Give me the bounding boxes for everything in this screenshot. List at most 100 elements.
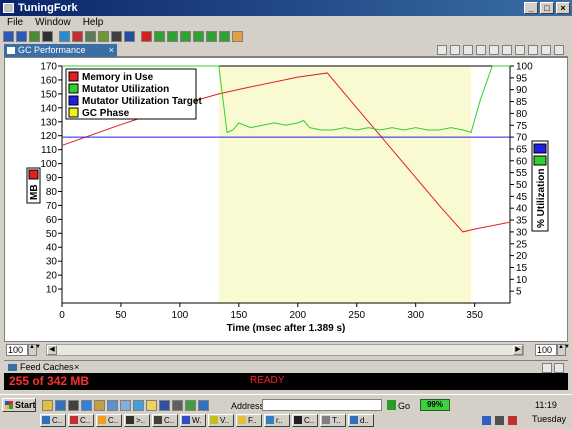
y-left-tick-label: 150	[40, 89, 57, 100]
taskbar-item[interactable]: d..	[348, 414, 374, 427]
taskbar-item[interactable]: C..	[96, 414, 122, 427]
filter-icon[interactable]	[111, 31, 122, 42]
clear-icon[interactable]	[232, 31, 243, 42]
skip-start-icon[interactable]	[154, 31, 165, 42]
feed-caches-tab[interactable]: Feed Caches ×	[4, 360, 568, 373]
record-icon[interactable]	[141, 31, 152, 42]
y-left-tick-label: 130	[40, 117, 57, 128]
horizontal-scrollbar[interactable]: ◀ ▶	[46, 344, 524, 356]
taskbar-item[interactable]: W.	[180, 414, 206, 427]
save-all-icon[interactable]	[16, 31, 27, 42]
y-right-tick-label: 15	[516, 263, 528, 274]
gear-icon[interactable]	[42, 31, 53, 42]
quick-launch-icon[interactable]	[120, 400, 131, 411]
right-zoom-spinner[interactable]: 100 ▲▼	[535, 344, 570, 356]
taskbar-item[interactable]: C..	[40, 414, 66, 427]
taskbar-item[interactable]: >..	[124, 414, 150, 427]
view-icon-4[interactable]	[476, 45, 486, 55]
quick-launch-icon[interactable]	[81, 400, 92, 411]
view-icon-7[interactable]	[515, 45, 525, 55]
menu-file[interactable]: File	[7, 16, 23, 29]
view-icon-6[interactable]	[502, 45, 512, 55]
quick-launch-icon[interactable]	[198, 400, 209, 411]
taskbar-item-icon	[210, 416, 218, 424]
y-left-tick-label: 60	[46, 215, 58, 226]
tab-gc-performance-summary[interactable]: GC Performance Summary ×	[4, 44, 117, 68]
y-left-tick-label: 110	[41, 145, 57, 156]
quick-launch-icon[interactable]	[185, 400, 196, 411]
chart-icon[interactable]	[29, 31, 40, 42]
view-icon-3[interactable]	[463, 45, 473, 55]
quick-launch-icon[interactable]	[159, 400, 170, 411]
tray-volume-icon[interactable]	[495, 416, 504, 425]
menu-help[interactable]: Help	[83, 16, 104, 29]
minimize-button[interactable]: _	[524, 2, 538, 14]
taskbar-item[interactable]: T..	[320, 414, 346, 427]
taskbar-item-icon	[70, 416, 78, 424]
start-button[interactable]: Start	[2, 398, 36, 412]
tray-security-icon[interactable]	[508, 416, 517, 425]
skip-end-icon[interactable]	[219, 31, 230, 42]
tray-network-icon[interactable]	[482, 416, 491, 425]
rewind-icon[interactable]	[180, 31, 191, 42]
right-axis-swatch-target	[533, 143, 547, 154]
quick-launch-icon[interactable]	[107, 400, 118, 411]
taskbar-item[interactable]: F..	[236, 414, 262, 427]
taskbar-item[interactable]: r..	[264, 414, 290, 427]
go-button[interactable]: Go	[398, 401, 410, 411]
view-icon-8[interactable]	[528, 45, 538, 55]
right-zoom-arrows[interactable]: ▲▼	[557, 344, 570, 356]
minimize-view-icon[interactable]	[542, 363, 552, 373]
chart-pane: 0 50 100 150 200 250 300 350 10 20 30 40 50 60 70 80 90 1…	[4, 57, 568, 342]
view-icon-10[interactable]	[554, 45, 564, 55]
go-arrow-icon[interactable]	[387, 400, 396, 410]
memory-status: 255 of 342 MB	[9, 374, 90, 388]
address-input[interactable]	[262, 399, 382, 411]
y-left-tick-label: 10	[46, 285, 58, 296]
quick-launch-icon[interactable]	[172, 400, 183, 411]
monitor-icon[interactable]	[124, 31, 135, 42]
save-icon[interactable]	[3, 31, 14, 42]
step-back-icon[interactable]	[167, 31, 178, 42]
tab-close-icon[interactable]: ×	[109, 44, 114, 57]
quick-launch-icon[interactable]	[68, 400, 79, 411]
globe-icon[interactable]	[59, 31, 70, 42]
quick-launch-icon[interactable]	[55, 400, 66, 411]
step-forward-icon[interactable]	[206, 31, 217, 42]
legend-label: GC Phase	[82, 108, 130, 119]
legend-swatch	[68, 95, 79, 106]
maximize-button[interactable]: □	[540, 2, 554, 14]
quick-launch-icon[interactable]	[133, 400, 144, 411]
view-icon-1[interactable]	[437, 45, 447, 55]
play-icon[interactable]	[193, 31, 204, 42]
view-icon-2[interactable]	[450, 45, 460, 55]
taskbar-item-label: C..	[52, 416, 63, 425]
taskbar-item[interactable]: C..	[292, 414, 318, 427]
right-zoom-value[interactable]: 100	[535, 344, 557, 356]
x-tick-label: 200	[289, 310, 306, 321]
table-icon[interactable]	[85, 31, 96, 42]
taskbar-item-label: d..	[360, 416, 369, 425]
palette-icon[interactable]	[72, 31, 83, 42]
x-tick-label: 0	[59, 310, 65, 321]
taskbar-item-icon	[294, 416, 302, 424]
view-icon-9[interactable]	[541, 45, 551, 55]
taskbar-item[interactable]: V..	[208, 414, 234, 427]
taskbar-item[interactable]: C..	[68, 414, 94, 427]
y-right-tick-label: 20	[516, 251, 528, 262]
close-button[interactable]: ×	[556, 2, 570, 14]
menu-window[interactable]: Window	[35, 16, 71, 29]
grid-icon[interactable]	[98, 31, 109, 42]
quick-launch-icon[interactable]	[146, 400, 157, 411]
scroll-left-icon[interactable]: ◀	[47, 345, 57, 355]
left-zoom-spinner[interactable]: 100 ▲▼	[6, 344, 41, 356]
view-icon-5[interactable]	[489, 45, 499, 55]
maximize-view-icon[interactable]	[554, 363, 564, 373]
quick-launch-icon[interactable]	[42, 400, 53, 411]
window-title-bar[interactable]: TuningFork _ □ ×	[0, 0, 572, 16]
scroll-right-icon[interactable]: ▶	[513, 345, 523, 355]
quick-launch-icon[interactable]	[94, 400, 105, 411]
left-zoom-arrows[interactable]: ▲▼	[28, 344, 41, 356]
taskbar-item[interactable]: C..	[152, 414, 178, 427]
left-zoom-value[interactable]: 100	[6, 344, 28, 356]
